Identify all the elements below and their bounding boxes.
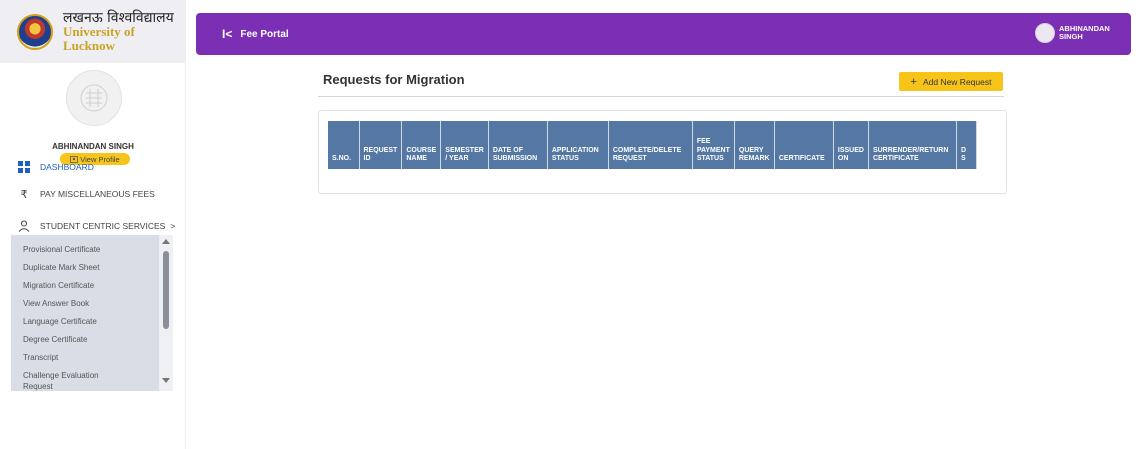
column-header-line: SURRENDER/RETURN <box>872 146 949 154</box>
avatar <box>66 70 122 126</box>
table-column-header: SEMESTER / YEAR <box>440 121 489 169</box>
table-column-header: DS <box>956 121 977 169</box>
submenu-item[interactable]: Challenge Evaluation <box>23 371 99 380</box>
header-user-name-line2: SINGH <box>1059 32 1083 41</box>
table-header-row: S.NO. REQUEST ID COURSE NAME SEMESTER / YEAR DA… <box>328 121 977 169</box>
column-header-line: ON <box>837 155 849 163</box>
column-header-line: STATUS <box>551 155 579 163</box>
header-avatar <box>1035 23 1055 43</box>
dashboard-icon <box>18 161 30 173</box>
table-column-header: APPLICATION STATUS <box>547 121 609 169</box>
submenu-item[interactable]: Duplicate Mark Sheet <box>23 263 99 272</box>
requests-card: S.NO. REQUEST ID COURSE NAME SEMESTER / YEAR DA… <box>318 110 1007 194</box>
column-header-line: REQUEST <box>612 155 647 163</box>
requests-table: S.NO. REQUEST ID COURSE NAME SEMESTER / YEAR DA… <box>328 121 977 169</box>
column-header-line: D <box>960 146 966 154</box>
university-logo <box>17 13 53 50</box>
column-header-line: FEE <box>696 137 711 145</box>
column-header-line: REQUEST <box>363 146 398 154</box>
brand-text: लखनऊ विश्वविद्यालय University of Lucknow <box>63 9 186 53</box>
column-header-line: / YEAR <box>445 155 469 163</box>
column-header-line: SEMESTER <box>445 146 484 154</box>
scroll-up-arrow-icon[interactable] <box>162 239 170 244</box>
header-user-name: ABHINANDAN SINGH <box>1059 25 1110 41</box>
brand-bar: लखनऊ विश्वविद्यालय University of Lucknow <box>0 0 186 63</box>
chevron-right-icon: > <box>170 221 176 231</box>
table-column-header: DATE OF SUBMISSION <box>488 121 548 169</box>
header-user-menu[interactable]: ABHINANDAN SINGH <box>1035 23 1110 43</box>
sidebar-item-label: PAY MISCELLANEOUS FEES <box>40 189 155 199</box>
submenu-item[interactable]: Degree Certificate <box>23 335 87 344</box>
column-header-line: COURSE <box>406 146 437 154</box>
column-header-line: APPLICATION <box>551 146 599 154</box>
submenu-item[interactable]: Migration Certificate <box>23 281 94 290</box>
table-column-header: COURSE NAME <box>401 121 442 169</box>
sidebar: लखनऊ विश्वविद्यालय University of Lucknow… <box>0 0 186 449</box>
table-column-header: S.NO. <box>328 121 360 169</box>
brand-english-name: University of Lucknow <box>63 24 135 53</box>
sidebar-item-dashboard[interactable]: DASHBOARD <box>18 161 94 173</box>
student-services-submenu: Provisional Certificate Duplicate Mark S… <box>11 235 173 391</box>
column-header-line: STATUS <box>696 155 724 163</box>
column-header-line: S.NO. <box>332 155 352 163</box>
scrollbar-thumb[interactable] <box>163 251 169 329</box>
column-header-line: COMPLETE/DELETE <box>612 146 682 154</box>
submenu-item[interactable]: Transcript <box>23 353 58 362</box>
table-column-header: COMPLETE/DELETE REQUEST <box>608 121 693 169</box>
column-header-line: PAYMENT <box>696 146 730 154</box>
column-header-line: QUERY <box>738 146 764 154</box>
portal-title: Fee Portal <box>240 28 289 40</box>
table-column-header: CERTIFICATE <box>774 121 834 169</box>
table-column-header: SURRENDER/RETURN CERTIFICATE <box>868 121 957 169</box>
title-divider <box>318 96 1004 97</box>
submenu-scrollbar[interactable] <box>159 235 173 391</box>
table-column-header: REQUEST ID <box>359 121 403 169</box>
column-header-line: DATE OF <box>492 146 524 154</box>
sidebar-item-student-centric-services[interactable]: STUDENT CENTRIC SERVICES > <box>18 220 175 232</box>
table-column-header: ISSUED ON <box>833 121 869 169</box>
sidebar-user-name: ABHINANDAN SINGH <box>52 142 134 151</box>
top-header: I< Fee Portal ABHINANDAN SINGH <box>196 13 1131 55</box>
sidebar-item-label: DASHBOARD <box>40 162 94 172</box>
submenu-item[interactable]: View Answer Book <box>23 299 89 308</box>
collapse-sidebar-button[interactable]: I< <box>222 27 232 41</box>
plus-icon: + <box>910 75 917 88</box>
table-column-header: FEE PAYMENT STATUS <box>692 121 735 169</box>
submenu-item[interactable]: Language Certificate <box>23 317 97 326</box>
column-header-line: ISSUED <box>837 146 864 154</box>
column-header-line: REMARK <box>738 155 770 163</box>
column-header-line: SUBMISSION <box>492 155 538 163</box>
brand-hindi-name: लखनऊ विश्वविद्यालय <box>63 9 174 26</box>
column-header-line: CERTIFICATE <box>778 155 825 163</box>
user-icon <box>18 220 30 232</box>
column-header-line: ID <box>363 155 371 163</box>
page-title: Requests for Migration <box>323 72 465 87</box>
table-column-header: QUERY REMARK <box>734 121 775 169</box>
column-header-line: NAME <box>406 155 427 163</box>
add-new-request-button[interactable]: + Add New Request <box>899 72 1003 91</box>
submenu-item[interactable]: Provisional Certificate <box>23 245 100 254</box>
sidebar-item-label: STUDENT CENTRIC SERVICES <box>40 221 166 231</box>
scroll-down-arrow-icon[interactable] <box>162 378 170 383</box>
rupee-icon: ₹ <box>20 188 28 201</box>
requests-table-scroll[interactable]: S.NO. REQUEST ID COURSE NAME SEMESTER / YEAR DA… <box>328 121 999 169</box>
avatar-placeholder-icon <box>80 84 108 112</box>
column-header-line: S <box>960 155 966 163</box>
add-new-request-label: Add New Request <box>922 76 992 87</box>
column-header-line: CERTIFICATE <box>872 155 919 163</box>
sidebar-item-pay-misc-fees[interactable]: ₹ PAY MISCELLANEOUS FEES <box>18 188 155 201</box>
submenu-item[interactable]: Request <box>23 382 53 391</box>
